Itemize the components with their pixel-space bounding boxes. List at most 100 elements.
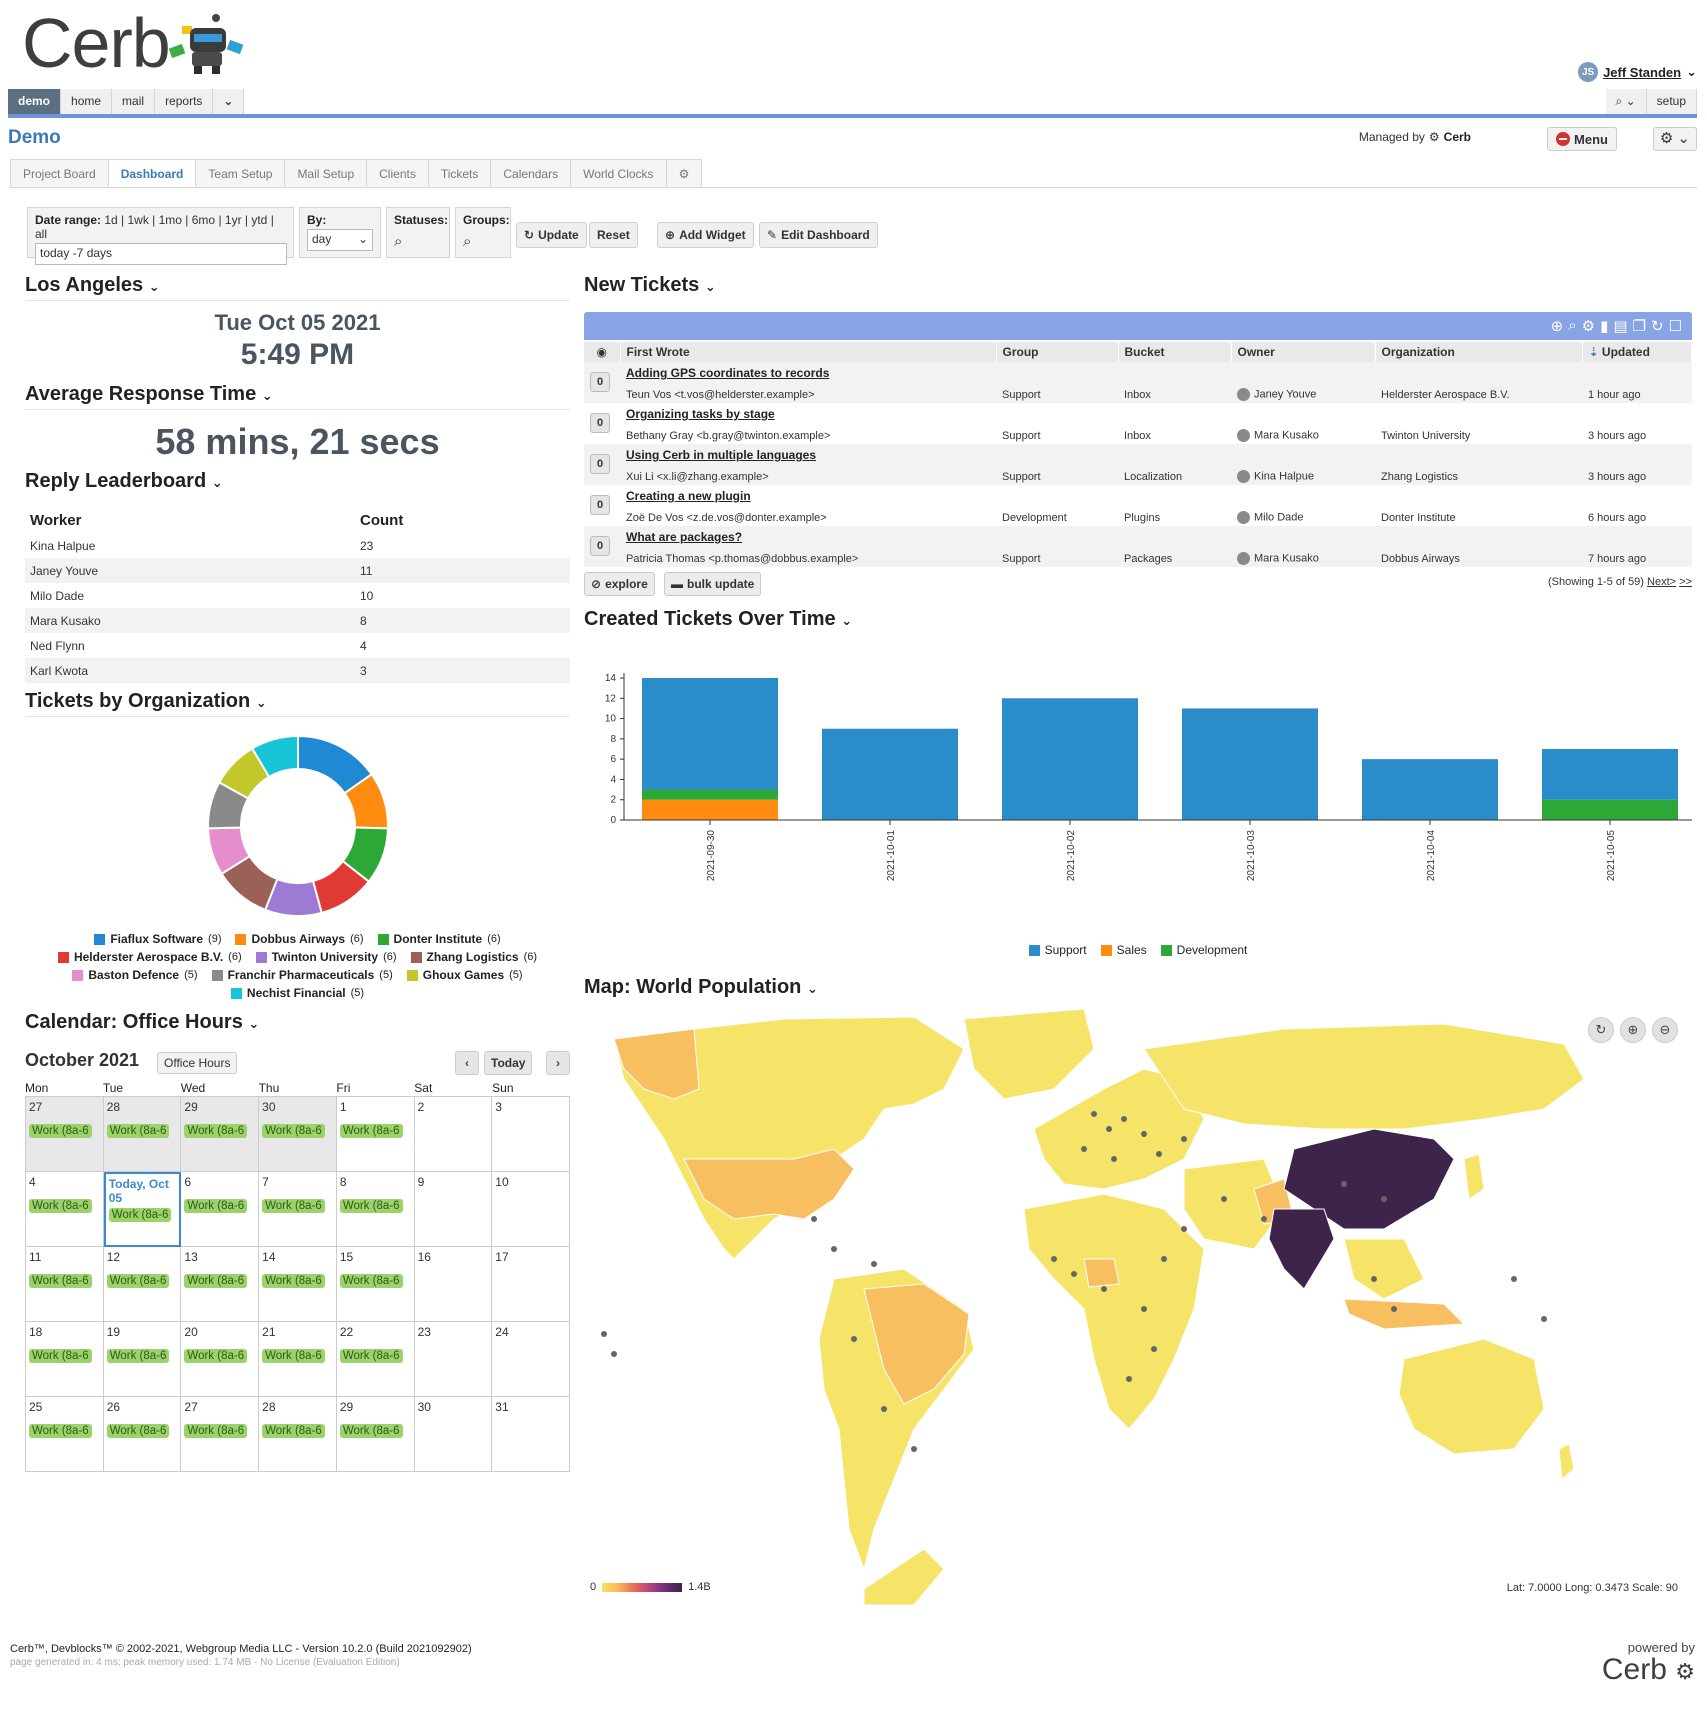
calendar-day[interactable]: 30	[414, 1397, 493, 1472]
ticket-badge[interactable]: 0	[590, 412, 610, 433]
widget-title-avg-response[interactable]: Average Response Time ⌄	[25, 383, 570, 410]
ticket-first-wrote[interactable]: Zoë De Vos <z.de.vos@donter.example>	[626, 512, 827, 524]
calendar-event[interactable]: Work (8a-6	[339, 1424, 403, 1438]
calendar-event[interactable]: Work (8a-6	[339, 1349, 403, 1363]
calendar-event[interactable]: Work (8a-6	[106, 1349, 170, 1363]
nav-tab-reports[interactable]: reports	[155, 89, 214, 114]
nav-tab-mail[interactable]: mail	[112, 89, 156, 114]
select-all-checkbox-icon[interactable]: ☐	[1669, 317, 1682, 335]
search-icon[interactable]: ⌕	[1568, 317, 1576, 335]
ticket-badge[interactable]: 0	[590, 494, 610, 515]
ticket-bucket[interactable]: Inbox	[1118, 362, 1231, 403]
calendar-day[interactable]: 27 Work (8a-6	[26, 1097, 104, 1172]
bulk-update-button[interactable]: ▬ bulk update	[664, 572, 762, 596]
widget-title-calendar[interactable]: Calendar: Office Hours ⌄	[25, 1011, 570, 1037]
calendar-day[interactable]: 19 Work (8a-6	[103, 1322, 182, 1397]
ticket-group[interactable]: Support	[996, 526, 1118, 567]
bar-segment[interactable]	[1542, 749, 1678, 800]
calendar-day[interactable]: 17	[492, 1247, 570, 1322]
next-month-chevron-right-icon[interactable]: ›	[546, 1051, 570, 1075]
calendar-day[interactable]: 9	[414, 1172, 493, 1247]
tab-calendars[interactable]: Calendars	[490, 159, 572, 187]
legend-item[interactable]: Sales	[1100, 943, 1147, 957]
calendar-event[interactable]: Work (8a-6	[262, 1274, 325, 1288]
ticket-group[interactable]: Support	[996, 403, 1118, 444]
ticket-subject-link[interactable]: What are packages?	[626, 530, 990, 544]
calendar-day[interactable]: 3	[492, 1097, 570, 1172]
menu-button[interactable]: Menu	[1547, 127, 1617, 151]
calendar-day[interactable]: 7 Work (8a-6	[259, 1172, 337, 1247]
ticket-bucket[interactable]: Inbox	[1118, 403, 1231, 444]
widget-title-created-tickets[interactable]: Created Tickets Over Time ⌄	[584, 608, 1692, 634]
reset-button[interactable]: Reset	[589, 222, 638, 248]
tab-clients[interactable]: Clients	[366, 159, 429, 187]
ticket-org[interactable]: Helderster Aerospace B.V.	[1375, 362, 1582, 403]
calendar-day[interactable]: 22 Work (8a-6	[336, 1322, 415, 1397]
col-first-wrote[interactable]: First Wrote	[620, 342, 997, 362]
ticket-org[interactable]: Dobbus Airways	[1375, 526, 1582, 567]
calendar-day[interactable]: 16	[414, 1247, 493, 1322]
calendar-event[interactable]: Work (8a-6	[262, 1124, 325, 1138]
bar-segment[interactable]	[1362, 759, 1498, 820]
calendar-event[interactable]: Work (8a-6	[184, 1274, 248, 1288]
col-group[interactable]: Group	[996, 342, 1119, 362]
refresh-icon[interactable]: ↻	[1651, 317, 1664, 335]
bar-segment[interactable]	[642, 678, 778, 790]
ticket-first-wrote[interactable]: Xui Li <x.li@zhang.example>	[626, 471, 769, 483]
ticket-owner[interactable]: Janey Youve	[1231, 362, 1375, 403]
prev-month-chevron-left-icon[interactable]: ‹	[455, 1051, 479, 1075]
tab-world-clocks[interactable]: World Clocks	[570, 159, 667, 187]
calendar-event[interactable]: Work (8a-6	[29, 1124, 92, 1138]
ticket-subject-link[interactable]: Organizing tasks by stage	[626, 407, 990, 421]
ticket-first-wrote[interactable]: Teun Vos <t.vos@helderster.example>	[626, 389, 815, 401]
calendar-day[interactable]: 11 Work (8a-6	[26, 1247, 104, 1322]
ticket-first-wrote[interactable]: Patricia Thomas <p.thomas@dobbus.example…	[626, 553, 858, 565]
copy-icon[interactable]: ❐	[1633, 317, 1646, 335]
update-button[interactable]: ↻ Update	[516, 222, 587, 248]
calendar-event[interactable]: Work (8a-6	[108, 1208, 172, 1222]
calendar-day[interactable]: 24	[492, 1322, 570, 1397]
nav-more-chevron-icon[interactable]: ⌄	[213, 89, 245, 114]
legend-item[interactable]: Support	[1028, 943, 1087, 957]
calendar-day[interactable]: 30 Work (8a-6	[259, 1097, 337, 1172]
calendar-day[interactable]: 28 Work (8a-6	[259, 1397, 337, 1472]
today-button[interactable]: Today	[484, 1051, 533, 1075]
user-name[interactable]: Jeff Standen	[1603, 65, 1681, 80]
ticket-owner[interactable]: Mara Kusako	[1231, 526, 1375, 567]
col-bucket[interactable]: Bucket	[1118, 342, 1232, 362]
calendar-event[interactable]: Work (8a-6	[262, 1199, 325, 1213]
ticket-subject-link[interactable]: Creating a new plugin	[626, 489, 990, 503]
legend-item[interactable]: Baston Defence (5)	[72, 968, 198, 982]
legend-item[interactable]: Ghoux Games (5)	[406, 968, 523, 982]
ticket-group[interactable]: Support	[996, 444, 1118, 485]
ticket-bucket[interactable]: Localization	[1118, 444, 1231, 485]
calendar-event[interactable]: Work (8a-6	[106, 1274, 170, 1288]
ticket-owner[interactable]: Mara Kusako	[1231, 403, 1375, 444]
ticket-group[interactable]: Support	[996, 362, 1118, 403]
widget-title-new-tickets[interactable]: New Tickets ⌄	[584, 274, 1692, 300]
calendar-selector-button[interactable]: Office Hours	[157, 1052, 238, 1074]
add-widget-button[interactable]: ⊕ Add Widget	[657, 222, 754, 248]
calendar-day[interactable]: 27 Work (8a-6	[181, 1397, 260, 1472]
calendar-day[interactable]: 23	[414, 1322, 493, 1397]
col-organization[interactable]: Organization	[1375, 342, 1583, 362]
calendar-event[interactable]: Work (8a-6	[339, 1199, 403, 1213]
calendar-day[interactable]: 10	[492, 1172, 570, 1247]
calendar-day[interactable]: 12 Work (8a-6	[103, 1247, 182, 1322]
ticket-first-wrote[interactable]: Bethany Gray <b.gray@twinton.example>	[626, 430, 830, 442]
legend-item[interactable]: Nechist Financial (5)	[230, 986, 364, 1000]
calendar-event[interactable]: Work (8a-6	[29, 1274, 92, 1288]
ticket-badge[interactable]: 0	[590, 371, 610, 392]
calendar-day[interactable]: 18 Work (8a-6	[26, 1322, 104, 1397]
edit-dashboard-button[interactable]: ✎ Edit Dashboard	[759, 222, 878, 248]
visibility-eye-icon[interactable]: ◉	[584, 342, 621, 362]
nav-tab-demo[interactable]: demo	[8, 89, 62, 114]
calendar-event[interactable]: Work (8a-6	[184, 1199, 248, 1213]
widget-title-orgs[interactable]: Tickets by Organization ⌄	[25, 690, 570, 717]
calendar-day[interactable]: 1 Work (8a-6	[336, 1097, 415, 1172]
legend-item[interactable]: Zhang Logistics (6)	[410, 950, 537, 964]
ticket-subject-link[interactable]: Using Cerb in multiple languages	[626, 448, 990, 462]
bar-segment[interactable]	[822, 728, 958, 820]
ticket-org[interactable]: Twinton University	[1375, 403, 1582, 444]
user-menu[interactable]: JS Jeff Standen ⌄	[1578, 62, 1697, 82]
